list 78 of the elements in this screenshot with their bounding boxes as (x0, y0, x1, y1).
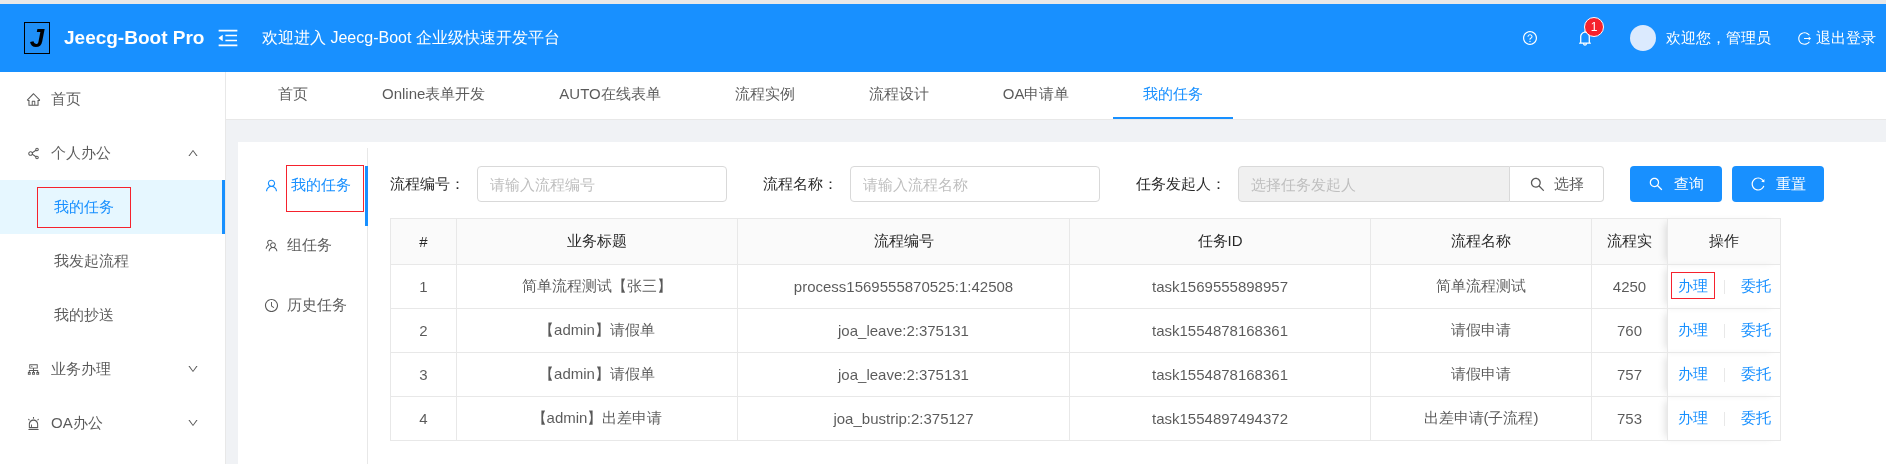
alarm-icon (26, 415, 41, 431)
table-cell: 4 (390, 396, 457, 441)
tab[interactable]: AUTO在线表单 (529, 72, 691, 119)
sidebar-subitem[interactable]: 我的抄送 (0, 288, 225, 342)
table-cell: 【admin】请假单 (456, 352, 738, 397)
column-header: # (390, 218, 457, 265)
sidebar-label: 我发起流程 (54, 251, 129, 271)
user-greeting: 欢迎您，管理员 (1666, 28, 1771, 48)
process-number-field[interactable]: 请输入流程编号 (477, 166, 727, 202)
tab[interactable]: 流程设计 (838, 72, 959, 119)
table-cell: 2 (390, 308, 457, 353)
help-icon[interactable] (1522, 30, 1538, 46)
process-name-field[interactable]: 请输入流程名称 (850, 166, 1100, 202)
field-label: 流程编号： (390, 174, 465, 194)
task-nav-label: 组任务 (287, 236, 332, 255)
task-nav-item[interactable]: 历史任务 (264, 286, 368, 346)
sidebar-item[interactable]: 首页 (0, 72, 225, 126)
table-cell: 【admin】请假单 (456, 308, 738, 353)
table-cell: 753 (1591, 396, 1668, 441)
column-header: 任务ID (1069, 218, 1371, 265)
sidebar-label: 我的抄送 (54, 305, 114, 325)
sidebar-item[interactable]: OA办公 (0, 396, 225, 450)
sidebar-label: 业务办理 (51, 359, 111, 379)
org-chart-icon (26, 361, 41, 377)
sidebar-item[interactable]: 业务办理 (0, 342, 225, 396)
table-cell: 简单流程测试【张三】 (456, 264, 738, 309)
table-cell: 【admin】出差申请 (456, 396, 738, 441)
table-cell: 3 (390, 352, 457, 397)
sidebar-subitem[interactable]: 我发起流程 (0, 234, 225, 288)
column-header: 业务标题 (456, 218, 738, 265)
avatar[interactable] (1630, 25, 1656, 51)
table-cell: task1569555898957 (1069, 264, 1371, 309)
table-cell: joa_leave:2:375131 (737, 308, 1070, 353)
welcome-text: 欢迎进入 Jeecg-Boot 企业级快速开发平台 (262, 27, 560, 48)
column-header: 流程编号 (737, 218, 1070, 265)
table-cell: task1554878168361 (1069, 352, 1371, 397)
column-header: 操作 (1667, 218, 1781, 265)
tab[interactable]: OA申请单 (972, 72, 1100, 119)
tab[interactable]: 流程实例 (704, 72, 825, 119)
table-cell: task1554897494372 (1069, 396, 1371, 441)
table-cell: 1 (390, 264, 457, 309)
home-icon (26, 91, 41, 107)
table-cell: process1569555870525:1:42508 (737, 264, 1070, 309)
clock-icon (264, 298, 279, 313)
share-icon (26, 145, 41, 161)
table-cell: 760 (1591, 308, 1668, 353)
table-cell: joa_bustrip:2:375127 (737, 396, 1070, 441)
tab[interactable]: Online表单开发 (352, 72, 516, 119)
sidebar-label: OA办公 (51, 413, 103, 433)
search-icon (1648, 176, 1664, 192)
sidebar-label: 我的任务 (38, 187, 130, 227)
table-cell: 出差申请(子流程) (1370, 396, 1592, 441)
table-cell: task1554878168361 (1069, 308, 1371, 353)
sidebar-item[interactable]: 个人办公 (0, 126, 225, 180)
column-header: 流程名称 (1370, 218, 1592, 265)
table-cell: 4250 (1591, 264, 1668, 309)
sidebar-label: 个人办公 (51, 143, 111, 163)
table-cell: 简单流程测试 (1370, 264, 1592, 309)
logo: J (24, 22, 50, 54)
table-cell: joa_leave:2:375131 (737, 352, 1070, 397)
column-header: 流程实 (1591, 218, 1668, 265)
logout-icon (1797, 30, 1812, 46)
task-nav-item[interactable]: 组任务 (264, 226, 368, 286)
notification-count: 1 (1584, 17, 1604, 37)
field-label: 任务发起人： (1136, 174, 1226, 194)
task-nav-label: 历史任务 (287, 296, 347, 315)
reload-icon (1750, 176, 1766, 192)
user-icon (264, 178, 279, 193)
table-cell: 请假申请 (1370, 352, 1592, 397)
search-icon (1529, 175, 1546, 193)
sidebar-label: 首页 (51, 89, 81, 109)
app-name: Jeecg-Boot Pro (64, 27, 206, 49)
table-cell: 请假申请 (1370, 308, 1592, 353)
users-icon (264, 238, 279, 253)
field-label: 流程名称： (763, 174, 838, 194)
task-nav-label: 我的任务 (287, 166, 363, 211)
table-cell: 757 (1591, 352, 1668, 397)
tab[interactable]: 首页 (248, 72, 338, 119)
